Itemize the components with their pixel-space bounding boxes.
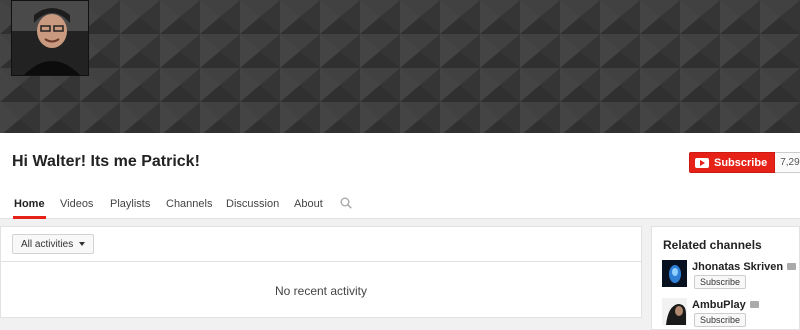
- activity-feed: All activities No recent activity: [0, 226, 642, 318]
- feed-filter-bar: All activities: [1, 227, 641, 262]
- related-channel-name[interactable]: AmbuPlay: [692, 299, 759, 311]
- related-subscribe-button[interactable]: Subscribe: [694, 313, 747, 327]
- tab-playlists[interactable]: Playlists: [110, 198, 150, 219]
- related-channel-avatar[interactable]: [662, 260, 687, 287]
- chevron-down-icon: [79, 242, 86, 246]
- empty-feed-message: No recent activity: [274, 284, 368, 298]
- tab-about[interactable]: About: [294, 198, 323, 219]
- related-channels-panel: Related channels Jhonatas Skriven Subscr…: [651, 226, 800, 330]
- verified-icon: [787, 263, 797, 270]
- related-channel-avatar[interactable]: [662, 298, 687, 325]
- subscribe-button[interactable]: Subscribe: [689, 152, 776, 173]
- channel-avatar[interactable]: [11, 0, 89, 76]
- activity-filter-dropdown[interactable]: All activities: [12, 234, 95, 254]
- tab-videos[interactable]: Videos: [60, 198, 93, 219]
- subscriber-count: 7,295: [775, 152, 800, 173]
- youtube-logo-icon: [695, 157, 709, 168]
- subscribe-widget: Subscribe 7,295: [689, 152, 800, 173]
- related-channels-title: Related channels: [663, 238, 762, 252]
- channel-header: Hi Walter! Its me Patrick! Subscribe 7,2…: [0, 133, 800, 219]
- search-icon[interactable]: [340, 197, 352, 209]
- related-channel-item: Jhonatas Skriven Subscribe: [662, 260, 800, 294]
- tab-discussion[interactable]: Discussion: [226, 198, 279, 219]
- channel-banner: [0, 0, 800, 133]
- tab-channels[interactable]: Channels: [166, 198, 212, 219]
- activity-filter-label: All activities: [21, 238, 74, 250]
- channel-title: Hi Walter! Its me Patrick!: [12, 153, 200, 170]
- tab-home[interactable]: Home: [13, 198, 46, 219]
- related-channel-item: AmbuPlay Subscribe: [662, 298, 800, 330]
- related-subscribe-button[interactable]: Subscribe: [694, 275, 747, 289]
- verified-icon: [749, 301, 759, 308]
- related-channel-name[interactable]: Jhonatas Skriven: [692, 261, 797, 273]
- subscribe-label: Subscribe: [714, 156, 768, 169]
